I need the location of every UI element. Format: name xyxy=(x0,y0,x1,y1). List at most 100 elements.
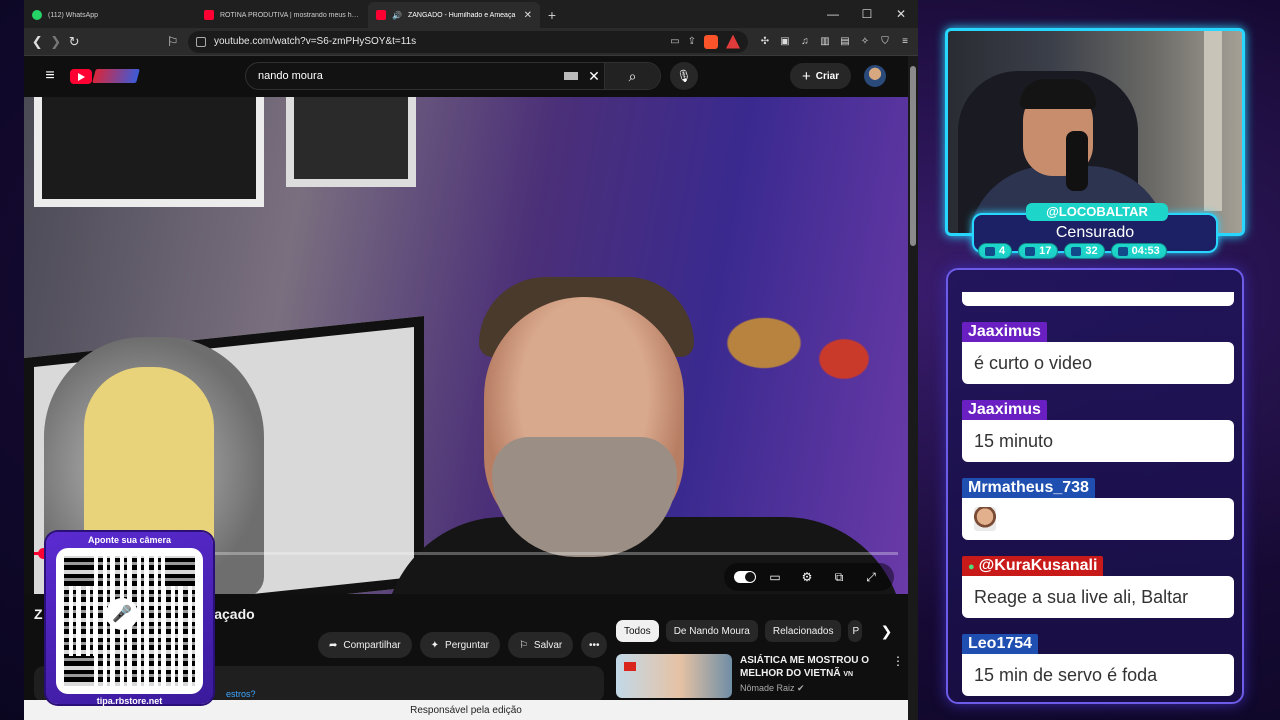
video-actions: ➦ Compartilhar ✦ Perguntar ⚐ Salvar ••• xyxy=(318,632,608,658)
vpn-icon[interactable]: ⛉ xyxy=(878,35,892,49)
verified-icon: ✔ xyxy=(797,683,805,693)
music-icon[interactable]: ♫ xyxy=(798,35,812,49)
chat-username-text: @KuraKusanali xyxy=(978,557,1098,574)
voice-search-button[interactable]: 🎙 xyxy=(670,62,698,90)
chevron-right-icon[interactable]: ❯ xyxy=(877,623,895,640)
chip-de-nando-moura[interactable]: De Nando Moura xyxy=(665,620,758,642)
search-button[interactable]: ⌕ xyxy=(604,63,660,89)
chat-text: é curto o video xyxy=(962,342,1234,384)
chat-text: 15 minuto xyxy=(962,420,1234,462)
settings-gear-icon[interactable]: ⚙ xyxy=(794,566,820,588)
brave-rewards-icon[interactable] xyxy=(726,34,740,49)
qr-code: 🎤 xyxy=(56,548,203,694)
scrollbar-thumb[interactable] xyxy=(910,66,916,246)
maximize-button[interactable]: ☐ xyxy=(850,0,884,28)
twitch-count: 4 xyxy=(999,245,1006,257)
more-actions-button[interactable]: ••• xyxy=(581,632,608,658)
share-icon: ➦ xyxy=(329,639,338,651)
bookmark-icon[interactable]: ⚐ xyxy=(166,32,181,52)
video-title-tail: eaçado xyxy=(206,606,255,622)
chat-username: Leo1754 xyxy=(962,634,1039,654)
chat-panel: Jaaximus é curto o video Jaaximus 15 min… xyxy=(946,268,1244,704)
reload-button[interactable]: ↻ xyxy=(67,32,82,52)
fullscreen-icon[interactable]: ⤢ xyxy=(858,566,884,588)
youtube-logo[interactable] xyxy=(70,68,140,84)
back-button[interactable]: ❮ xyxy=(30,32,45,52)
youtube-doodle xyxy=(92,69,140,83)
ask-button[interactable]: ✦ Perguntar xyxy=(419,632,500,658)
wall-frame xyxy=(34,97,264,207)
site-info-icon[interactable] xyxy=(196,36,206,47)
screenshot-icon[interactable]: ▣ xyxy=(778,35,792,49)
tab-title: ZANGADO - Humilhado e Ameaça xyxy=(407,11,516,19)
cast-icon[interactable]: ▭ xyxy=(670,36,679,47)
subtitles-icon[interactable]: ▭ xyxy=(762,566,788,588)
save-button[interactable]: ⚐ Salvar xyxy=(507,632,574,658)
brave-shields-icon[interactable] xyxy=(704,34,718,49)
chip-partial[interactable]: P xyxy=(848,620,863,642)
tab-whatsapp[interactable]: (112) WhatsApp xyxy=(24,2,196,28)
chip-todos[interactable]: Todos xyxy=(616,620,659,642)
save-label: Salvar xyxy=(533,639,563,651)
share-label: Compartilhar xyxy=(343,639,401,651)
uptime-value: 04:53 xyxy=(1131,245,1160,257)
share-icon[interactable]: ⇪ xyxy=(688,36,696,47)
new-tab-button[interactable]: + xyxy=(540,2,564,28)
search-input[interactable]: nando moura xyxy=(246,70,564,82)
uptime: 04:53 xyxy=(1110,243,1167,259)
share-button[interactable]: ➦ Compartilhar xyxy=(318,632,412,658)
youtube-icon xyxy=(376,10,386,20)
sidebar-icon[interactable]: ▥ xyxy=(818,35,832,49)
close-tab-icon[interactable]: ✕ xyxy=(524,10,532,21)
url-field[interactable]: youtube.com/watch?v=S6-zmPHySOY&t=11s ▭ … xyxy=(188,30,748,53)
wallet-icon[interactable]: ▤ xyxy=(838,35,852,49)
menu-icon[interactable]: ≡ xyxy=(898,35,912,49)
chat-text: Reage a sua live ali, Baltar xyxy=(962,576,1234,618)
chip-relacionados[interactable]: Relacionados xyxy=(764,620,842,642)
player-controls: ▭ ⚙ ⧉ ⤢ xyxy=(724,563,894,591)
flag-label: VN xyxy=(843,671,854,678)
kick-viewers: 32 xyxy=(1064,243,1105,259)
youtube-count: 17 xyxy=(1039,245,1052,257)
more-options-icon[interactable]: ⋮ xyxy=(892,654,904,702)
miniplayer-icon[interactable]: ⧉ xyxy=(826,566,852,588)
chat-username: Jaaximus xyxy=(962,400,1047,420)
create-button[interactable]: + Criar xyxy=(790,63,852,89)
chat-username: Mrmatheus_738 xyxy=(962,478,1095,498)
chat-message: ● @KuraKusanali Reage a sua live ali, Bal… xyxy=(962,556,1234,618)
extensions-bar: ✣ ▣ ♫ ▥ ▤ ✧ ⛉ ≡ xyxy=(758,35,912,49)
minimize-button[interactable]: — xyxy=(816,0,850,28)
speaker-icon: 🔊 xyxy=(392,10,402,20)
ai-icon[interactable]: ✧ xyxy=(858,35,872,49)
tab-rotina-produtiva[interactable]: ROTINA PRODUTIVA | mostrando meus hábi xyxy=(196,2,368,28)
chat-username: Jaaximus xyxy=(962,322,1047,342)
extensions-icon[interactable]: ✣ xyxy=(758,35,772,49)
stream-title: Censurado xyxy=(1055,224,1135,241)
qr-site: tipa.rbstore.net xyxy=(96,696,163,706)
forward-button[interactable]: ❯ xyxy=(49,32,64,52)
sparkle-icon: ✦ xyxy=(430,639,440,651)
menu-hamburger-icon[interactable]: ≡ xyxy=(30,56,70,96)
search-box: nando moura ✕ ⌕ xyxy=(245,62,661,90)
tab-strip: (112) WhatsApp ROTINA PRODUTIVA | mostra… xyxy=(24,0,918,28)
clear-search-icon[interactable]: ✕ xyxy=(584,68,604,85)
recommended-video[interactable]: ASIÁTICA ME MOSTROU O MELHOR DO VIETNÃ V… xyxy=(616,654,904,702)
youtube-icon xyxy=(204,10,214,20)
twitch-viewers: 4 xyxy=(978,243,1013,259)
recommended-meta: ASIÁTICA ME MOSTROU O MELHOR DO VIETNÃ V… xyxy=(740,654,884,702)
keyboard-icon[interactable] xyxy=(564,72,578,80)
qr-overlay: Aponte sua câmera 🎤 tipa.rbstore.net xyxy=(46,532,213,706)
video-player[interactable]: ▭ ⚙ ⧉ ⤢ xyxy=(24,97,908,594)
chat-message-cutoff xyxy=(962,292,1234,306)
tab-zangado[interactable]: 🔊 ZANGADO - Humilhado e Ameaça ✕ xyxy=(368,2,540,28)
account-avatar[interactable] xyxy=(864,65,886,87)
kick-count: 32 xyxy=(1085,245,1098,257)
close-window-button[interactable]: ✕ xyxy=(884,0,918,28)
plus-icon: + xyxy=(802,67,811,85)
video-thumbnail[interactable] xyxy=(616,654,732,698)
page-scrollbar[interactable] xyxy=(908,56,918,720)
tab-title: (112) WhatsApp xyxy=(48,11,99,19)
autoplay-toggle[interactable] xyxy=(734,571,756,583)
channel-name[interactable]: Nômade Raiz ✔ xyxy=(740,683,884,694)
recommended-title[interactable]: ASIÁTICA ME MOSTROU O MELHOR DO VIETNÃ V… xyxy=(740,654,884,681)
